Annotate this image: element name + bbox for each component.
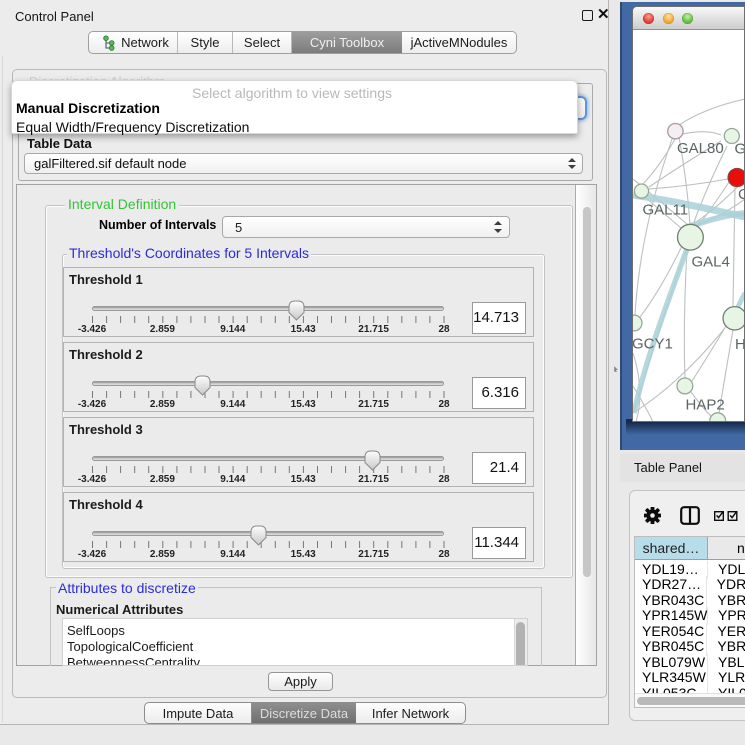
- svg-text:GAL11: GAL11: [643, 202, 689, 219]
- svg-text:GAL80: GAL80: [677, 140, 724, 157]
- svg-text:HAP2: HAP2: [686, 397, 725, 414]
- svg-text:GCY1: GCY1: [633, 336, 673, 353]
- svg-text:HA: HA: [735, 336, 745, 353]
- svg-text:CR: CR: [738, 186, 745, 203]
- svg-text:GA: GA: [735, 141, 745, 158]
- svg-text:GAL4: GAL4: [692, 254, 730, 271]
